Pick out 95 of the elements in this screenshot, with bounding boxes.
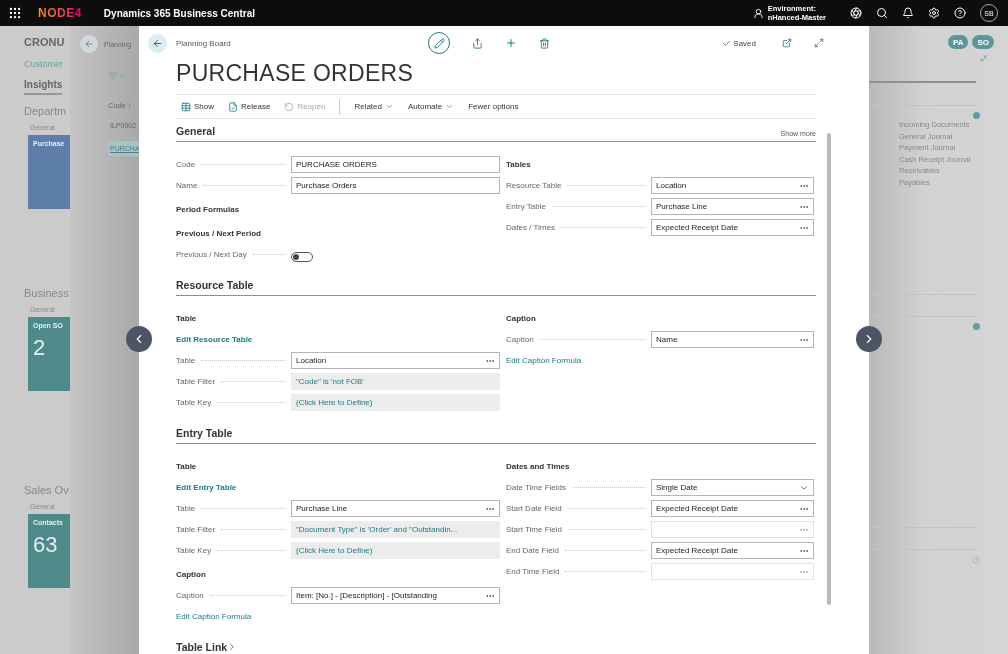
input-field[interactable]: Purchase Orders: [291, 177, 500, 194]
chevron-down-icon: [385, 102, 394, 111]
group-heading: Table: [176, 313, 198, 325]
readonly-field[interactable]: (Click Here to Define): [291, 542, 500, 559]
field-label: Code: [176, 160, 196, 169]
field-label: Table Key: [176, 398, 212, 407]
lookup-field[interactable]: Expected Receipt Date: [651, 542, 814, 559]
action-button[interactable]: Show: [181, 101, 214, 112]
field-label: Caption: [506, 335, 534, 344]
page-title: PURCHASE ORDERS: [176, 60, 415, 88]
action-link[interactable]: Edit Entry Table: [176, 477, 237, 498]
delete-icon[interactable]: [539, 37, 550, 49]
edit-button[interactable]: [428, 32, 450, 54]
section-heading[interactable]: Entry Table: [176, 427, 233, 439]
environment-icon: [752, 7, 764, 19]
open-new-window-icon[interactable]: [782, 38, 792, 48]
pie-chart-icon: [972, 556, 980, 564]
readonly-field[interactable]: (Click Here to Define): [291, 394, 500, 411]
check-icon: [722, 38, 732, 48]
field-label: Resource Table: [506, 181, 562, 190]
expand-icon[interactable]: [814, 38, 824, 48]
section-heading[interactable]: General: [176, 125, 216, 137]
action-badge[interactable]: SO: [972, 35, 994, 49]
field-label: Table Key: [176, 546, 212, 555]
section-title: Departm: [24, 105, 68, 117]
table-icon: [181, 101, 191, 112]
action-button[interactable]: Fewer options: [468, 102, 519, 111]
status-dot: [973, 323, 980, 330]
breadcrumb: Planning Board: [176, 38, 232, 48]
company-name: CRONU: [24, 36, 66, 48]
field-label: Name: [176, 181, 198, 190]
group-heading: Table: [176, 461, 198, 473]
action-link[interactable]: Edit Resource Table: [176, 329, 253, 350]
field-label: Table Filter: [176, 525, 216, 534]
action-badge[interactable]: PA: [947, 35, 969, 49]
app-launcher-icon[interactable]: [8, 6, 22, 20]
section-heading[interactable]: Resource Table: [176, 279, 254, 291]
undo-icon: [284, 101, 295, 112]
notifications-icon[interactable]: [902, 7, 914, 19]
lookup-field[interactable]: Name: [651, 331, 814, 348]
lookup-field[interactable]: Expected Receipt Date: [651, 500, 814, 517]
field-label: Date Time Fields: [506, 483, 567, 492]
help-icon[interactable]: [954, 7, 966, 19]
lookup-field[interactable]: Location: [651, 177, 814, 194]
field-label: Entry Table: [506, 202, 546, 211]
lookup-field[interactable]: Expected Receipt Date: [651, 219, 814, 236]
group-heading: Previous / Next Period: [176, 228, 262, 240]
toggle-switch[interactable]: [291, 251, 313, 262]
dropdown-field[interactable]: Single Date: [651, 479, 814, 496]
group-heading: Period Formulas: [176, 204, 241, 216]
readonly-field[interactable]: "Code" is 'not FOB': [291, 373, 500, 390]
group-heading: Dates and Times: [506, 461, 571, 473]
back-button[interactable]: [148, 33, 167, 53]
saved-status: Saved: [733, 38, 756, 48]
section-title: Sales Ov: [24, 484, 70, 497]
field-label: Caption: [176, 591, 204, 600]
plus-icon[interactable]: [505, 37, 517, 49]
menu-button[interactable]: Automate: [408, 102, 455, 111]
field-label: Table: [176, 356, 196, 365]
section-heading[interactable]: Table Link: [176, 641, 238, 653]
field-label: End Date Field: [506, 546, 559, 555]
input-field[interactable]: PURCHASE ORDERS: [291, 156, 500, 173]
back-arrow-icon: [152, 37, 163, 49]
action-button[interactable]: Release: [228, 101, 271, 112]
field-label: Start Time Field: [506, 525, 562, 534]
product-name: Dynamics 365 Business Central: [103, 7, 257, 19]
section-title: Business: [24, 286, 70, 299]
logo: NODE4: [38, 6, 82, 20]
document-check-icon: [228, 101, 238, 112]
share-icon[interactable]: [472, 37, 483, 49]
chevron-down-icon: [445, 102, 455, 111]
menu-button[interactable]: Related: [354, 102, 394, 111]
lookup-field[interactable]: Item: [No.] - [Description] - [Outstanding: [291, 587, 500, 604]
lookup-field[interactable]: Purchase Line: [651, 198, 814, 215]
field-label: Table: [176, 504, 196, 513]
status-dot: [973, 112, 980, 119]
readonly-field[interactable]: "Document Type" is 'Order' and "Outstandin...: [291, 521, 500, 538]
group-heading: Tables: [506, 159, 532, 171]
pencil-icon: [433, 37, 445, 49]
group-heading: Caption: [176, 569, 207, 581]
lookup-field[interactable]: Purchase Line: [291, 500, 500, 517]
lookup-field[interactable]: Location: [291, 352, 500, 369]
tab[interactable]: Insights: [24, 79, 63, 95]
group-heading: Caption: [506, 313, 537, 325]
settings-icon[interactable]: [928, 7, 940, 19]
field-label: Start Date Field: [506, 504, 562, 513]
field-label: Previous / Next Day: [176, 250, 247, 259]
field-label: Dates / Times: [506, 223, 555, 232]
link[interactable]: Edit Caption Formula: [506, 350, 582, 371]
field-label: End Time Field: [506, 567, 560, 576]
field-label: Table Filter: [176, 377, 216, 386]
back-arrow-icon: [84, 39, 94, 49]
copilot-icon[interactable]: [850, 7, 862, 19]
search-icon[interactable]: [876, 7, 888, 19]
link[interactable]: Edit Caption Formula: [176, 606, 252, 627]
